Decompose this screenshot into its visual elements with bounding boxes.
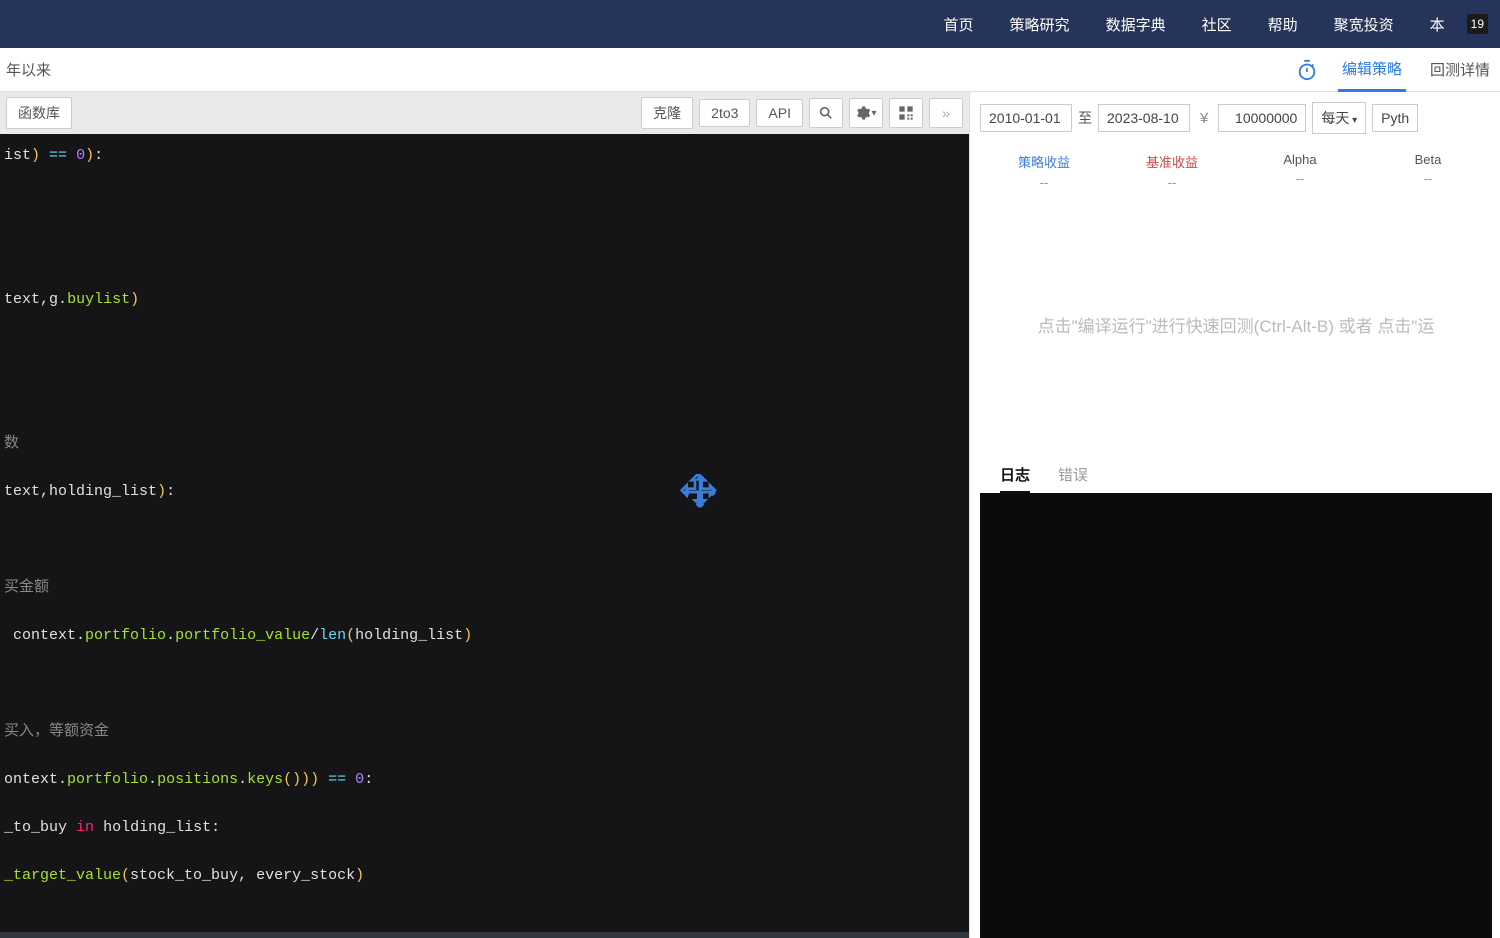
start-date-input[interactable] <box>980 104 1072 132</box>
hint-text: 点击"编译运行"进行快速回测(Ctrl-Alt-B) 或者 点击"运 <box>1038 312 1435 337</box>
top-nav: 首页 策略研究 数据字典 社区 帮助 聚宽投资 本 19 <box>0 0 1500 48</box>
log-tabs: 日志 错误 <box>980 458 1492 493</box>
end-date-input[interactable] <box>1098 104 1190 132</box>
editor-footer <box>0 932 969 938</box>
tab-edit-strategy[interactable]: 编辑策略 <box>1338 48 1406 92</box>
stopwatch-icon[interactable] <box>1296 59 1318 81</box>
search-icon[interactable] <box>809 98 843 128</box>
editor-panel: 函数库 克隆 2to3 API » ist) == 0): text,g.buy… <box>0 92 970 938</box>
nav-datadict[interactable]: 数据字典 <box>1088 14 1184 35</box>
frequency-select[interactable]: 每天 <box>1312 102 1366 134</box>
notification-badge[interactable]: 19 <box>1467 14 1488 34</box>
nav-community[interactable]: 社区 <box>1184 14 1250 35</box>
metric-strategy-return: 策略收益 -- <box>980 152 1108 190</box>
qrcode-icon[interactable] <box>889 98 923 128</box>
language-select[interactable]: Pyth <box>1372 104 1418 132</box>
expand-right-icon[interactable]: » <box>929 98 963 128</box>
nav-research[interactable]: 策略研究 <box>992 14 1088 35</box>
result-panel: 至 ¥ 每天 Pyth 策略收益 -- 基准收益 -- Alpha -- Bet… <box>970 92 1500 938</box>
metrics-row: 策略收益 -- 基准收益 -- Alpha -- Beta -- <box>980 148 1492 194</box>
second-bar: 年以来 编辑策略 回测详情 <box>0 48 1500 92</box>
metric-alpha: Alpha -- <box>1236 152 1364 190</box>
second-bar-right: 编辑策略 回测详情 <box>1296 48 1494 92</box>
backtest-hint: 点击"编译运行"进行快速回测(Ctrl-Alt-B) 或者 点击"运 <box>980 194 1492 454</box>
backtest-params: 至 ¥ 每天 Pyth <box>980 102 1492 134</box>
nav-help[interactable]: 帮助 <box>1250 14 1316 35</box>
main-split: 函数库 克隆 2to3 API » ist) == 0): text,g.buy… <box>0 92 1500 938</box>
nav-invest[interactable]: 聚宽投资 <box>1316 14 1412 35</box>
breadcrumb-fragment: 年以来 <box>6 59 51 80</box>
capital-input[interactable] <box>1218 104 1306 132</box>
api-button[interactable]: API <box>756 99 803 127</box>
code-editor[interactable]: ist) == 0): text,g.buylist) 数 text,holdi… <box>0 134 969 932</box>
tab-log[interactable]: 日志 <box>1000 458 1030 493</box>
nav-truncated[interactable]: 本 <box>1412 14 1463 35</box>
log-output[interactable] <box>980 493 1492 938</box>
tab-backtest-detail[interactable]: 回测详情 <box>1426 49 1494 90</box>
clone-button[interactable]: 克隆 <box>641 97 693 129</box>
metric-beta: Beta -- <box>1364 152 1492 190</box>
function-library-button[interactable]: 函数库 <box>6 97 72 129</box>
gear-icon[interactable] <box>849 98 883 128</box>
currency-symbol: ¥ <box>1196 110 1212 127</box>
date-separator-label: 至 <box>1078 108 1092 128</box>
nav-home[interactable]: 首页 <box>926 14 992 35</box>
tab-error[interactable]: 错误 <box>1058 458 1088 493</box>
convert-2to3-button[interactable]: 2to3 <box>699 99 750 127</box>
metric-benchmark-return: 基准收益 -- <box>1108 152 1236 190</box>
editor-toolbar: 函数库 克隆 2to3 API » <box>0 92 969 134</box>
